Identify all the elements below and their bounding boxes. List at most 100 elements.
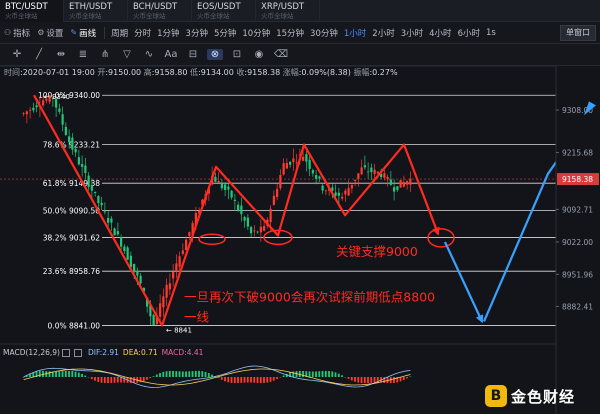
fork-tool-icon[interactable]: ⋔ <box>97 49 113 60</box>
trash-icon[interactable]: ⌫ <box>273 49 289 60</box>
candle-body <box>181 250 184 254</box>
tab-pair: BCH/USDT <box>133 2 178 12</box>
eye-tool-icon[interactable]: ◉ <box>251 49 267 60</box>
candle-body <box>103 211 106 213</box>
macd-histogram-bar <box>406 377 408 379</box>
candle-body <box>246 217 249 227</box>
macd-histogram-bar <box>87 377 90 378</box>
period-option[interactable]: 2小时 <box>372 27 394 39</box>
tab-bch-usdt[interactable]: BCH/USDT 火币全球站 <box>128 0 192 22</box>
price-tick-label: 9215.68 <box>562 149 593 158</box>
price-chart[interactable]: 100.0% 9340.0078.6% 9233.2161.8% 9149.38… <box>0 66 600 414</box>
tab-eos-usdt[interactable]: EOS/USDT 火币全球站 <box>192 0 256 22</box>
macd-histogram-bar <box>188 371 191 377</box>
period-option-1s[interactable]: 1s <box>486 28 496 38</box>
macd-histogram-bar <box>68 370 70 377</box>
period-option[interactable]: 10分钟 <box>242 27 270 39</box>
macd-histogram-bar <box>123 377 126 383</box>
curve-tool-icon[interactable]: ∿ <box>141 49 157 60</box>
ruler-tool-icon[interactable]: ⊟ <box>185 49 201 60</box>
window-mode-button[interactable]: 单窗口 <box>560 25 596 41</box>
macd-settings-icon[interactable] <box>61 348 70 357</box>
period-option[interactable]: 30分钟 <box>310 27 338 39</box>
period-option-active[interactable]: 1小时 <box>344 27 366 39</box>
change-label: 涨幅 <box>282 68 299 77</box>
macd-histogram-bar <box>354 377 356 382</box>
pencil-icon: ✎ <box>70 28 78 37</box>
fib-level-label: 50.0% 9090.50 <box>43 206 100 215</box>
tab-exchange: 火币全球站 <box>5 12 38 20</box>
period-option[interactable]: 6小时 <box>458 27 480 39</box>
period-option[interactable]: 分时 <box>134 27 151 39</box>
macd-histogram-bar <box>243 377 246 383</box>
channel-tool-icon[interactable]: ≣ <box>75 49 91 60</box>
candle-body <box>172 271 175 279</box>
candle-body <box>25 111 28 115</box>
open-value: 9150.00 <box>108 68 142 77</box>
text-tool-icon[interactable]: Aa <box>163 49 179 60</box>
macd-histogram-bar <box>113 377 116 383</box>
crosshair-icon[interactable]: ✛ <box>9 49 25 60</box>
candle-body <box>376 171 379 174</box>
open-label: 开 <box>97 68 106 77</box>
macd-histogram-bar <box>178 371 181 377</box>
period-option[interactable]: 15分钟 <box>276 27 304 39</box>
tab-xrp-usdt[interactable]: XRP/USDT 火币全球站 <box>256 0 320 22</box>
macd-histogram-bar <box>71 371 74 377</box>
macd-histogram-bar <box>207 373 210 377</box>
period-option[interactable]: 3小时 <box>401 27 423 39</box>
dif-label: DIF: <box>87 348 103 357</box>
period-option[interactable]: 4小时 <box>429 27 451 39</box>
macd-histogram-bar <box>116 377 119 383</box>
close-value: 9158.38 <box>247 68 281 77</box>
period-option[interactable]: 3分钟 <box>186 27 208 39</box>
candle-body <box>90 185 93 191</box>
candle-body <box>269 208 272 223</box>
lock-tool-icon[interactable]: ⊡ <box>229 49 245 60</box>
macd-close-icon[interactable] <box>73 348 82 357</box>
support-circle <box>198 233 226 245</box>
macd-histogram-bar <box>269 377 272 382</box>
close-label: 收 <box>236 68 245 77</box>
macd-histogram-bar <box>97 377 100 382</box>
drawing-button[interactable]: ✎ 画线 <box>70 27 96 39</box>
macd-readout: MACD:4.41 <box>162 348 204 357</box>
candle-body <box>74 148 77 153</box>
candle-body <box>256 231 259 233</box>
macd-histogram-bar <box>393 377 395 383</box>
drawing-tools: ✛ ╱ ⇹ ≣ ⋔ ▽ ∿ Aa ⊟ ⊗ ⊡ ◉ ⌫ <box>0 44 600 66</box>
period-option[interactable]: 5分钟 <box>214 27 236 39</box>
candle-body <box>237 204 240 211</box>
macd-histogram-bar <box>149 377 152 379</box>
candle-body <box>227 186 230 190</box>
line-tool-icon[interactable]: ╱ <box>31 49 47 60</box>
tab-btc-usdt[interactable]: BTC/USDT 火币全球站 <box>0 0 64 22</box>
macd-histogram-bar <box>331 371 334 377</box>
macd-histogram-bar <box>279 377 282 378</box>
macd-histogram-bar <box>282 375 285 377</box>
magnet-tool-icon[interactable]: ⊗ <box>207 49 223 60</box>
tab-eth-usdt[interactable]: ETH/USDT 火币全球站 <box>64 0 128 22</box>
dea-label: DEA: <box>122 348 141 357</box>
macd-histogram-bar <box>253 377 256 383</box>
chart-toolbar: ⚇ 指标 ⚙ 设置 ✎ 画线 周期 分时 1分钟 3分钟 5分钟 10分钟 15分钟 … <box>0 22 600 44</box>
settings-button[interactable]: ⚙ 设置 <box>37 27 63 39</box>
candle-body <box>357 173 360 179</box>
time-value: 2020-07-01 19:00 <box>22 68 95 77</box>
indicator-button[interactable]: ⚇ 指标 <box>4 27 30 39</box>
candle-body <box>337 192 340 196</box>
period-option[interactable]: 1分钟 <box>157 27 179 39</box>
candle-body <box>334 192 337 196</box>
triangle-tool-icon[interactable]: ▽ <box>119 49 135 60</box>
candle-body <box>295 162 298 164</box>
dea-value: 0.71 <box>140 348 158 357</box>
macd-histogram-bar <box>370 377 373 383</box>
candle-body <box>77 157 80 165</box>
macd-histogram-bar <box>350 377 353 381</box>
dif-value: 2.91 <box>102 348 119 357</box>
candle-body <box>178 256 181 267</box>
candle-body <box>188 232 191 237</box>
hline-tool-icon[interactable]: ⇹ <box>53 49 69 60</box>
candle-body <box>113 228 116 236</box>
candle-body <box>279 175 282 189</box>
